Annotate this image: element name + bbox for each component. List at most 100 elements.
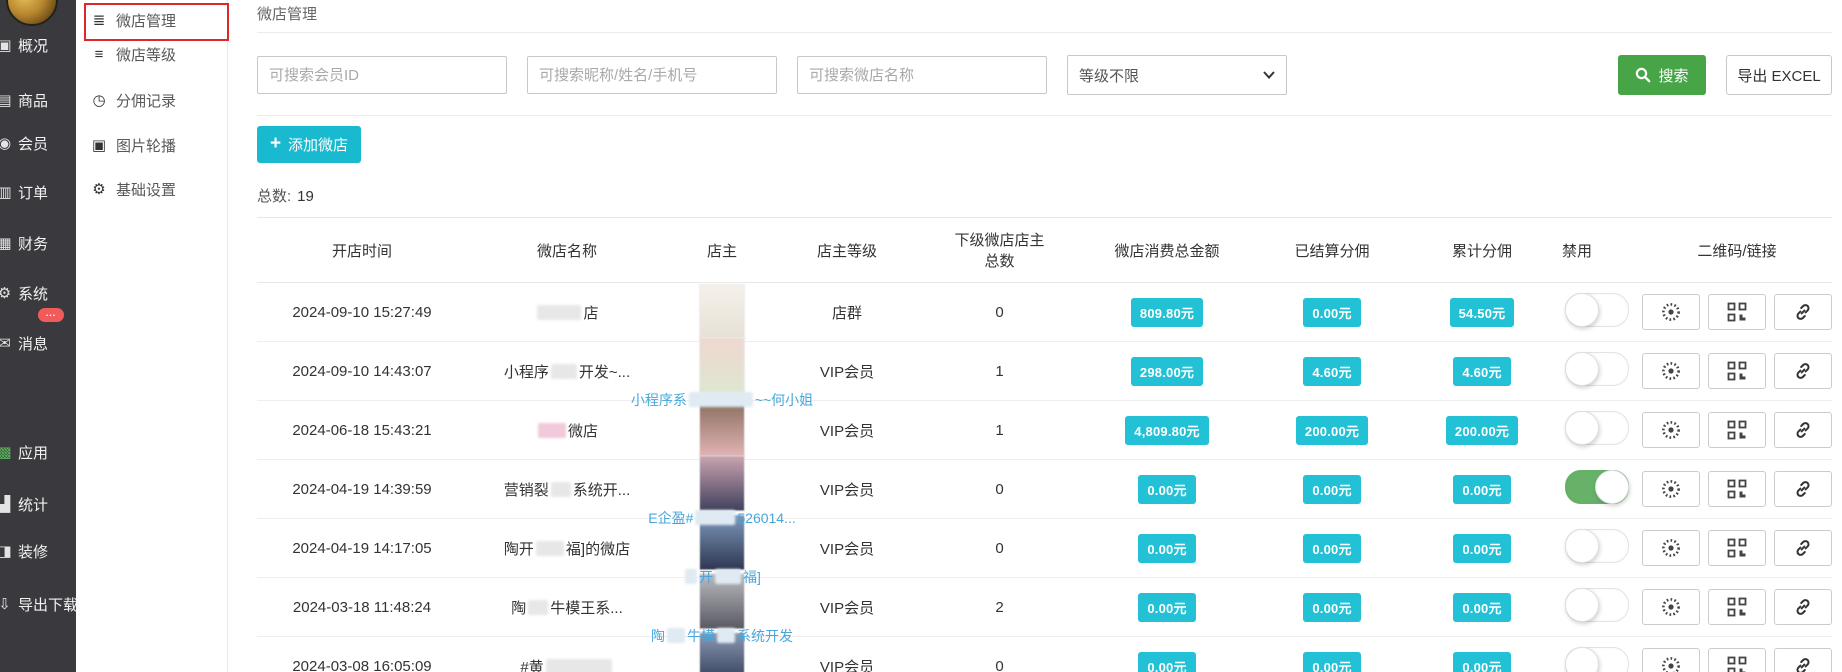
link-icon <box>1793 302 1813 322</box>
link-icon <box>1793 420 1813 440</box>
levels-icon: ≡ <box>90 46 108 63</box>
disable-toggle[interactable] <box>1565 588 1629 622</box>
sidebar-item-finance[interactable]: ▦财务 <box>0 232 48 254</box>
owner-level-cell: VIP会员 <box>777 519 917 578</box>
owner-avatar <box>699 455 745 511</box>
nickname-input[interactable] <box>527 56 777 94</box>
qrcode-button[interactable] <box>1708 589 1766 625</box>
level-select[interactable]: 等级不限 <box>1067 55 1287 95</box>
column-header-sub_store_count: 下级微店店主 总数 <box>917 218 1082 283</box>
owner-name-link[interactable]: 开福] <box>683 567 761 587</box>
total-commission-cell: 0.00元 <box>1412 519 1552 578</box>
owner-name-link[interactable]: E企盈#526014... <box>648 508 796 528</box>
search-button[interactable]: 搜索 <box>1618 55 1706 95</box>
disable-toggle[interactable] <box>1565 529 1629 563</box>
owner-name-link[interactable]: 小程序系~~何小姐 <box>631 390 813 410</box>
miniapp-code-button[interactable] <box>1642 353 1700 389</box>
copy-link-button[interactable] <box>1774 412 1832 448</box>
settled-commission-badge: 4.60元 <box>1303 357 1360 386</box>
total-commission-badge: 54.50元 <box>1450 298 1515 327</box>
copy-link-button[interactable] <box>1774 294 1832 330</box>
sidebar-item-system[interactable]: ⚙系统 <box>0 282 48 304</box>
text-fragment: E企盈# <box>648 510 693 526</box>
miniapp-code-icon <box>1660 419 1682 441</box>
disable-toggle[interactable] <box>1565 293 1629 327</box>
store-name-cell: #黄 <box>467 637 667 672</box>
table-row: 2024-04-19 14:17:05陶开福]的微店开福]VIP会员00.00元… <box>257 519 1832 578</box>
subnav-item-label: 图片轮播 <box>116 135 176 156</box>
sidebar-item-overview[interactable]: ▣概况 <box>0 34 48 56</box>
settled-commission-cell: 0.00元 <box>1252 578 1412 637</box>
copy-link-button[interactable] <box>1774 353 1832 389</box>
qr-button-group <box>1642 589 1832 625</box>
subnav-item-image-carousel[interactable]: ▣ 图片轮播 <box>90 134 176 156</box>
image-icon: ▣ <box>90 136 108 154</box>
qrcode-button[interactable] <box>1708 648 1766 672</box>
copy-link-button[interactable] <box>1774 589 1832 625</box>
miniapp-code-icon <box>1660 596 1682 618</box>
miniapp-code-icon <box>1660 360 1682 382</box>
goods-icon: ▤ <box>0 91 14 109</box>
owner-level-cell: 店群 <box>777 283 917 342</box>
sidebar-item-decorate[interactable]: ◨装修 <box>0 540 48 562</box>
text-fragment: 系统开发 <box>737 628 793 644</box>
sidebar-item-order[interactable]: ▥订单 <box>0 181 48 203</box>
qrcode-icon <box>1727 361 1747 381</box>
subnav-item-commission-records[interactable]: ◷分佣记录 <box>90 89 176 111</box>
copy-link-button[interactable] <box>1774 530 1832 566</box>
qrcode-button[interactable] <box>1708 471 1766 507</box>
miniapp-code-button[interactable] <box>1642 530 1700 566</box>
member-id-input[interactable] <box>257 56 507 94</box>
sidebar-item-export-download[interactable]: ⇩导出下载 <box>0 593 76 615</box>
sidebar-item-message[interactable]: ✉消息 <box>0 332 48 354</box>
qrcode-button[interactable] <box>1708 412 1766 448</box>
export-excel-button[interactable]: 导出 EXCEL <box>1726 55 1832 95</box>
owner-level-cell: VIP会员 <box>777 460 917 519</box>
subnav-item-basic-settings[interactable]: ⚙基础设置 <box>90 178 176 200</box>
redacted-text <box>536 541 564 556</box>
sidebar-item-stats[interactable]: ▟统计 <box>0 493 48 515</box>
sidebar-item-goods[interactable]: ▤商品 <box>0 89 48 111</box>
redacted-text <box>685 569 697 584</box>
store-table-header: 开店时间微店名称店主店主等级下级微店店主 总数微店消费总金额已结算分佣累计分佣禁… <box>257 218 1832 283</box>
owner-name-link[interactable]: 陶牛模系统开发 <box>651 626 793 646</box>
miniapp-code-button[interactable] <box>1642 412 1700 448</box>
disable-toggle[interactable] <box>1565 647 1629 672</box>
qrcode-link-cell <box>1642 519 1832 578</box>
qrcode-link-cell <box>1642 578 1832 637</box>
consume-total-cell: 0.00元 <box>1082 519 1252 578</box>
disable-toggle[interactable] <box>1565 470 1629 504</box>
subnav-item-store-manage[interactable]: ≣微店管理 <box>90 9 176 31</box>
qrcode-button[interactable] <box>1708 353 1766 389</box>
copy-link-button[interactable] <box>1774 471 1832 507</box>
total-commission-cell: 4.60元 <box>1412 342 1552 401</box>
add-store-button[interactable]: + 添加微店 <box>257 126 361 163</box>
redacted-text <box>528 600 548 615</box>
add-store-label: 添加微店 <box>288 134 348 155</box>
text-fragment: 小程序 <box>504 364 549 381</box>
miniapp-code-button[interactable] <box>1642 589 1700 625</box>
text-fragment: 小程序系 <box>631 392 687 408</box>
text-fragment: 营销裂 <box>504 482 549 499</box>
settled-commission-badge: 0.00元 <box>1303 298 1360 327</box>
copy-link-button[interactable] <box>1774 648 1832 672</box>
qrcode-button[interactable] <box>1708 294 1766 330</box>
sidebar-item-apps[interactable]: ▩应用 <box>0 441 48 463</box>
text-fragment: 店 <box>583 305 598 322</box>
subnav-item-store-level[interactable]: ≡微店等级 <box>90 43 176 65</box>
table-row: 2024-03-18 11:48:24陶牛模王系...陶牛模系统开发VIP会员2… <box>257 578 1832 637</box>
subnav-item-label: 分佣记录 <box>116 90 176 111</box>
consume-total-badge: 0.00元 <box>1138 475 1195 504</box>
disable-toggle[interactable] <box>1565 411 1629 445</box>
total-commission-badge: 0.00元 <box>1453 534 1510 563</box>
miniapp-code-button[interactable] <box>1642 648 1700 672</box>
disable-toggle[interactable] <box>1565 352 1629 386</box>
disable-cell <box>1552 342 1642 401</box>
qrcode-button[interactable] <box>1708 530 1766 566</box>
sidebar-item-member[interactable]: ◉会员 <box>0 132 48 154</box>
miniapp-code-button[interactable] <box>1642 471 1700 507</box>
open-time-cell: 2024-06-18 15:43:21 <box>257 401 467 460</box>
store-name-input[interactable] <box>797 56 1047 94</box>
miniapp-code-button[interactable] <box>1642 294 1700 330</box>
total-commission-badge: 0.00元 <box>1453 593 1510 622</box>
